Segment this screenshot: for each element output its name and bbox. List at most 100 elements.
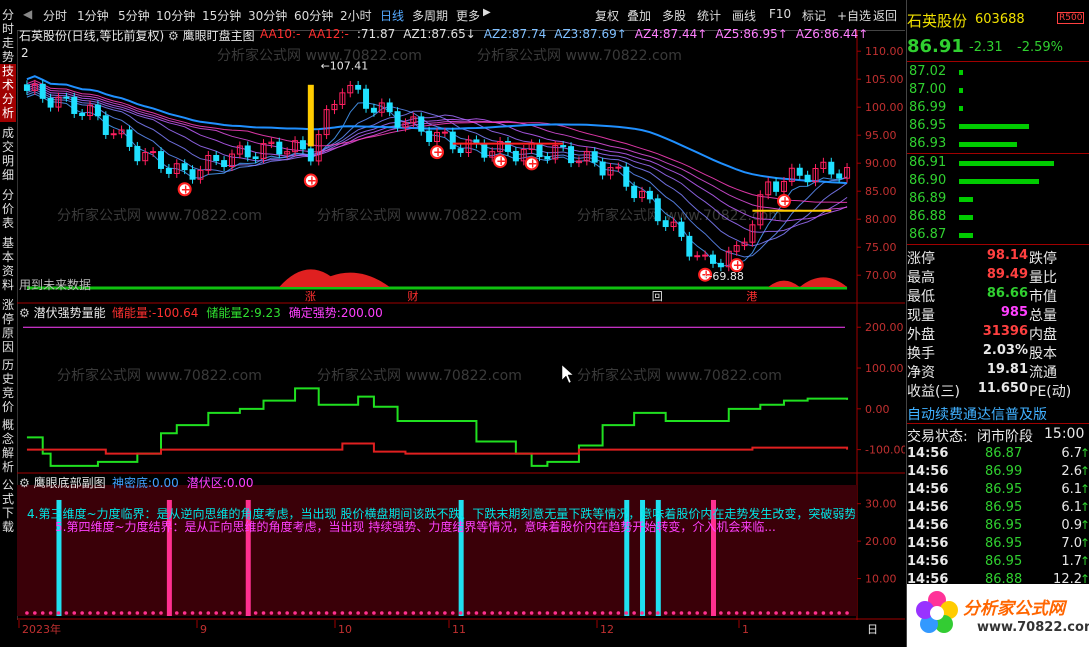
plus-glyph: + — [780, 194, 790, 208]
dot-marker — [403, 611, 408, 615]
bid-price[interactable]: 86.87 — [909, 227, 946, 242]
price-change-pct: -2.59% — [1017, 40, 1063, 55]
legend-value: 87.69↑ — [582, 27, 627, 41]
sub1-title[interactable]: 潜伏强势量能 — [34, 306, 106, 320]
draw-line-button[interactable]: 画线 — [732, 7, 756, 24]
red-hill — [768, 280, 800, 287]
settings-gear-icon[interactable]: ⚙ — [19, 306, 30, 320]
plus-glyph: + — [181, 182, 191, 196]
mark-button[interactable]: 标记 — [802, 7, 826, 24]
legend-value: 87.44↑ — [662, 27, 708, 41]
candle-body — [181, 163, 188, 171]
candle-body — [694, 255, 701, 258]
settings-gear-icon[interactable]: ⚙ — [168, 29, 179, 43]
dot-marker — [285, 611, 289, 615]
candle-body — [299, 140, 306, 150]
bid-price[interactable]: 86.91 — [909, 155, 946, 170]
dot-marker — [253, 611, 258, 615]
period-button[interactable]: 10分钟 — [156, 7, 195, 24]
dot-marker — [206, 611, 211, 615]
more-button[interactable]: 更多 — [456, 7, 480, 24]
candle-body — [796, 167, 803, 176]
dot-marker — [316, 611, 321, 615]
stat-value: 19.81 — [986, 362, 1028, 377]
legend-label: AZ1: — [403, 27, 432, 41]
period-button[interactable]: 30分钟 — [248, 7, 287, 24]
candle-body — [110, 133, 117, 136]
period-button[interactable]: 分时 — [43, 7, 67, 24]
legend-item: AA10:- — [260, 27, 300, 41]
sub2-title[interactable]: 鹰眼底部副图 — [34, 476, 106, 490]
y-tick-label: 200.00 — [865, 321, 904, 334]
bid-price[interactable]: 86.89 — [909, 191, 946, 206]
tab-technical-analysis[interactable]: 技术分析 — [0, 64, 16, 122]
bid-volume-bar — [959, 215, 973, 220]
candle-body — [623, 166, 630, 187]
candle-body — [134, 145, 141, 162]
tick-volume: 6.1 — [1061, 500, 1082, 515]
dot-marker — [309, 611, 313, 615]
ask-price[interactable]: 86.95 — [909, 118, 946, 133]
back-button[interactable]: 返回 — [873, 7, 897, 24]
candle-body — [126, 129, 133, 147]
ask-volume-bar — [959, 142, 1017, 147]
prev-arrow-icon[interactable]: ◀ — [23, 7, 32, 21]
period-button[interactable]: 1分钟 — [77, 7, 109, 24]
add-watchlist-button[interactable]: +自选 — [837, 7, 871, 24]
period-button-active[interactable]: 日线 — [380, 7, 404, 24]
legend-label: 潜伏区: — [186, 476, 227, 490]
stat-label: 净资 — [907, 365, 935, 381]
dot-marker — [261, 611, 266, 615]
future-data-warning: 用到未来数据 — [19, 278, 92, 292]
tab-basic-info[interactable]: 基本资料 — [0, 236, 16, 294]
ask-price[interactable]: 86.93 — [909, 136, 946, 151]
dot-marker — [443, 611, 447, 615]
tick-price: 86.95 — [985, 554, 1023, 569]
dot-marker — [490, 611, 495, 615]
kline-chart-svg[interactable]: 分析家公式网 www.70822.com 分析家公式网 www.70822.com… — [17, 30, 905, 647]
period-button[interactable]: 多周期 — [412, 7, 448, 24]
restore-rights-button[interactable]: 复权 — [595, 7, 619, 24]
candle-body — [252, 156, 259, 160]
y-tick-label: 100.00 — [865, 362, 904, 375]
candle-body — [386, 102, 393, 113]
period-button[interactable]: 5分钟 — [118, 7, 150, 24]
dot-marker — [726, 611, 731, 615]
tab-intraday[interactable]: 分时走势 — [0, 8, 16, 64]
ask-price[interactable]: 87.00 — [909, 82, 946, 97]
tab-price-distribution[interactable]: 分价表 — [0, 188, 16, 232]
tab-history-auction[interactable]: 历史竞价 — [0, 358, 16, 416]
bid-price[interactable]: 86.90 — [909, 173, 946, 188]
period-button[interactable]: 15分钟 — [202, 7, 241, 24]
period-button[interactable]: 2小时 — [340, 7, 372, 24]
watermark-text: 分析家公式网 www.70822.com — [317, 207, 522, 224]
stat-label: 最高 — [907, 270, 935, 286]
legend-label: 神密底: — [112, 476, 153, 490]
settings-gear-icon[interactable]: ⚙ — [19, 476, 30, 490]
bid-price[interactable]: 86.88 — [909, 209, 946, 224]
dot-marker — [340, 611, 345, 615]
ad-banner[interactable]: 自动续费通达信普及版 — [907, 404, 1047, 424]
ask-price[interactable]: 86.99 — [909, 100, 946, 115]
candle-body — [221, 160, 228, 168]
statistics-button[interactable]: 统计 — [697, 7, 721, 24]
overlay-button[interactable]: 叠加 — [627, 7, 651, 24]
legend-label: AZ5: — [715, 27, 744, 41]
tab-concept-analysis[interactable]: 概念解析 — [0, 418, 16, 476]
ma-line — [26, 93, 848, 267]
indicator-name[interactable]: 鹰眼盯盘主图 — [183, 29, 255, 43]
chart-area[interactable]: 分析家公式网 www.70822.com 分析家公式网 www.70822.com… — [17, 27, 905, 647]
ask-price[interactable]: 87.02 — [909, 64, 946, 79]
tick-direction-icon: ↑ — [1079, 482, 1089, 496]
tab-formula-download[interactable]: 公式下载 — [0, 478, 16, 536]
legend-item: 确定强势:200.00 — [289, 306, 383, 320]
tab-limit-up-reason[interactable]: 涨停原因 — [0, 298, 16, 356]
dot-marker — [143, 611, 148, 615]
tab-trade-details[interactable]: 成交明细 — [0, 126, 16, 184]
f10-button[interactable]: F10 — [769, 7, 791, 21]
stat-value: 11.650 — [977, 381, 1028, 396]
multi-stock-button[interactable]: 多股 — [662, 7, 686, 24]
period-button[interactable]: 60分钟 — [294, 7, 333, 24]
tick-direction-icon: ↑ — [1079, 518, 1089, 532]
candle-body — [213, 154, 220, 162]
